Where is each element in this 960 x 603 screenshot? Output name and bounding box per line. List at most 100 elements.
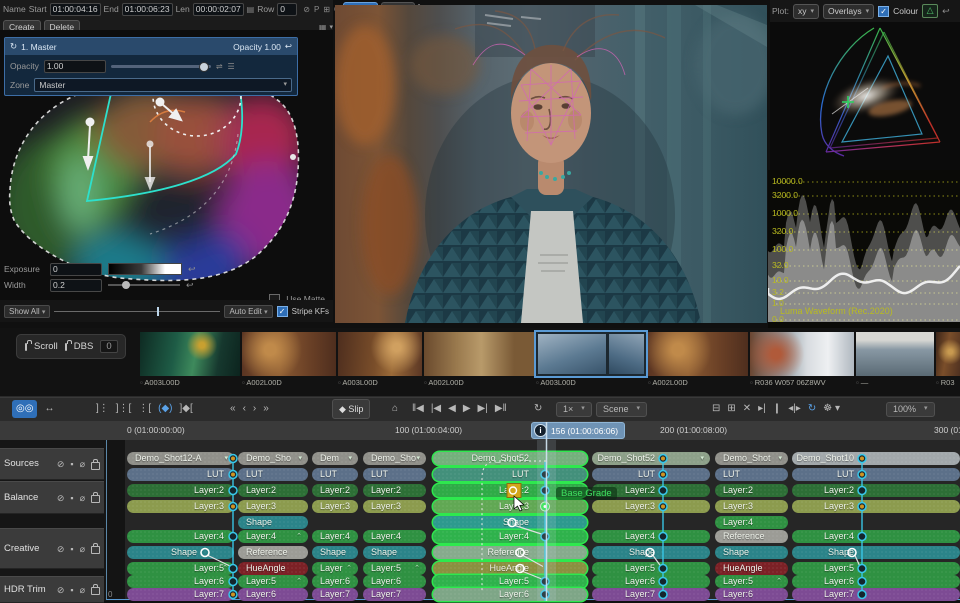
timeline-clip[interactable]: Layer:6 [715,588,788,601]
scroll-label[interactable]: Scroll [34,341,58,352]
scroll-lock-icon[interactable] [25,343,27,351]
timeline-clip[interactable]: Layer:7 [792,588,960,601]
timeline-thumbnail[interactable]: A002L00D [648,332,748,390]
timeline-clip[interactable]: Layer:7 [127,588,234,601]
timeline-clip[interactable]: Layer:4 [312,530,358,543]
mark-out-button[interactable]: ⋮[ [138,400,151,418]
timeline-clip[interactable]: Demo_Shot52 [433,452,587,465]
detail-view-button[interactable]: ◎◎ [12,400,37,418]
timeline-thumbnail[interactable]: A003L00D [536,332,646,390]
timeline-clip[interactable]: Layer:4 [592,530,710,543]
exposure-gradient-slider[interactable] [108,263,182,275]
solo-icon[interactable]: ▪ [70,458,73,470]
timeline-clip[interactable]: LUT [715,468,788,481]
timeline-clip[interactable]: Layer:4 [363,530,426,543]
timeline-clip[interactable]: Layer:3 [715,500,788,513]
timeline-clip[interactable]: LUT [792,468,960,481]
timeline-clip[interactable]: Layer:6 [792,575,960,588]
clip-menu-caret-icon[interactable]: ▾ [778,452,782,465]
mark-range-button[interactable]: ]⋮[ [116,400,132,418]
auto-edit-select[interactable]: Auto Edit ▾ [224,305,272,318]
next-frame-button[interactable]: ▶| [478,400,488,418]
timeline-clip[interactable]: HueAngle [238,562,308,575]
timeline-thumbnail[interactable]: R03 [936,332,960,390]
play-button[interactable]: ▶ [463,400,471,418]
next-scene-button[interactable]: » [263,400,269,418]
play-back-button[interactable]: ◀ [448,400,456,418]
mute-icon[interactable]: ⊘ [57,543,65,555]
timeline-clip[interactable]: Layer:6 [312,575,358,588]
timeline-clip[interactable]: Shape [715,546,788,559]
stripe-kfs-checkbox[interactable]: ✓ [277,306,288,317]
timeline-clip[interactable]: Layer:5 [433,575,587,588]
timeline-clip[interactable]: Layer:5⌃ [238,575,308,588]
scope-undo-icon[interactable]: ↩ [942,6,950,17]
clip-collapse-icon[interactable]: ⌃ [346,562,352,575]
timeline-clip[interactable]: Layer⌃ [312,562,358,575]
exposure-field[interactable]: 0 [50,263,102,276]
timeline-clip[interactable]: Shape [238,516,308,529]
clip-collapse-icon[interactable]: ⌃ [222,562,228,575]
timeline-thumbnail[interactable]: A002L00D [424,332,534,390]
timeline-clip[interactable]: Shape [363,546,426,559]
timeline-clip[interactable]: Layer:4 [433,530,587,543]
mute-icon[interactable]: ⊘ [57,458,65,470]
trim-button[interactable]: ⌂ [392,400,398,418]
clip-menu-caret-icon[interactable]: ▾ [298,452,302,465]
timeline-clip[interactable]: LUT [592,468,710,481]
hide-icon[interactable]: ⌀ [80,584,85,596]
timeline-clip[interactable]: Layer:4 [715,516,788,529]
start-timecode-field[interactable]: 01:00:04:16 [50,3,101,16]
clip-collapse-icon[interactable]: ⌃ [776,575,782,588]
timeline-clip[interactable]: Shape [127,546,234,559]
timeline-clip[interactable]: Demo_Shot12-A▾ [127,452,234,465]
timeline-clip[interactable]: Layer:5 [592,562,710,575]
timeline-clip[interactable]: Layer:4⌃ [238,530,308,543]
clip-menu-caret-icon[interactable]: ▾ [224,452,228,465]
timeline-clip[interactable]: HueAngle [715,562,788,575]
clip-menu-caret-icon[interactable]: ▾ [700,452,704,465]
timeline-clip[interactable]: HueAngle [433,562,587,575]
timeline-clip[interactable]: Shape [592,546,710,559]
clip-collapse-icon[interactable]: ⌃ [296,575,302,588]
list-icon[interactable]: ☰ [228,62,235,71]
timeline-clip[interactable]: LUT [312,468,358,481]
timeline-clip[interactable]: Demo_Sho▾ [363,452,426,465]
center-button[interactable]: ◂|▸ [788,400,801,418]
go-end-button[interactable]: ▶‖ [495,400,507,418]
timeline-clip[interactable]: Layer:4 [127,530,234,543]
mark-in-button[interactable]: ]⋮ [96,400,109,418]
timeline-thumbnail[interactable]: R036 W057 06Z8WV [750,332,854,390]
zone-select[interactable]: Master ▾ [34,78,292,92]
end-timecode-field[interactable]: 01:00:06:23 [122,3,173,16]
lock-icon[interactable] [91,546,100,554]
mute-icon[interactable]: ⊘ [57,492,65,504]
snap-right-button[interactable]: ▸| [758,400,766,418]
timeline-clip[interactable]: Layer:3 [312,500,358,513]
timeline-clip[interactable]: Layer:6 [363,575,426,588]
timeline-clip[interactable]: Layer:6 [433,588,587,601]
solo-icon[interactable]: ▪ [70,492,73,504]
timeline-clip[interactable]: Demo_Shot52▾ [592,452,710,465]
grid-flag-icon[interactable]: ⊞ [323,5,330,14]
timeline-clip[interactable]: Shape [312,546,358,559]
timeline-clip[interactable]: Layer:5⌃ [127,562,234,575]
plot-type-select[interactable]: xy▾ [793,4,819,19]
timeline-clip[interactable]: Layer:7 [363,588,426,601]
undo-icon[interactable]: ↩ [285,41,292,52]
colour-checkbox[interactable]: ✓ [878,6,889,17]
split-button[interactable]: ❙ [773,400,781,418]
prev-scene-button[interactable]: « [230,400,236,418]
timeline-clip[interactable]: Layer:3 [363,500,426,513]
timeline-clip[interactable]: Demo_Shot10 [792,452,960,465]
timeline-clip[interactable]: LUT [127,468,234,481]
timeline-clip[interactable]: Layer:6 [127,575,234,588]
hide-icon[interactable]: ⌀ [80,543,85,555]
opacity-field[interactable]: 1.00 [44,60,106,73]
gamut-overlay-icon[interactable]: △ [922,4,938,18]
timeline-clip[interactable]: Layer:2 [127,484,234,497]
image-viewer[interactable] [335,5,767,323]
solo-icon[interactable]: ▪ [70,584,73,596]
speed-select[interactable]: 1×▾ [556,402,592,417]
timeline-clip[interactable]: Layer:5⌃ [715,575,788,588]
